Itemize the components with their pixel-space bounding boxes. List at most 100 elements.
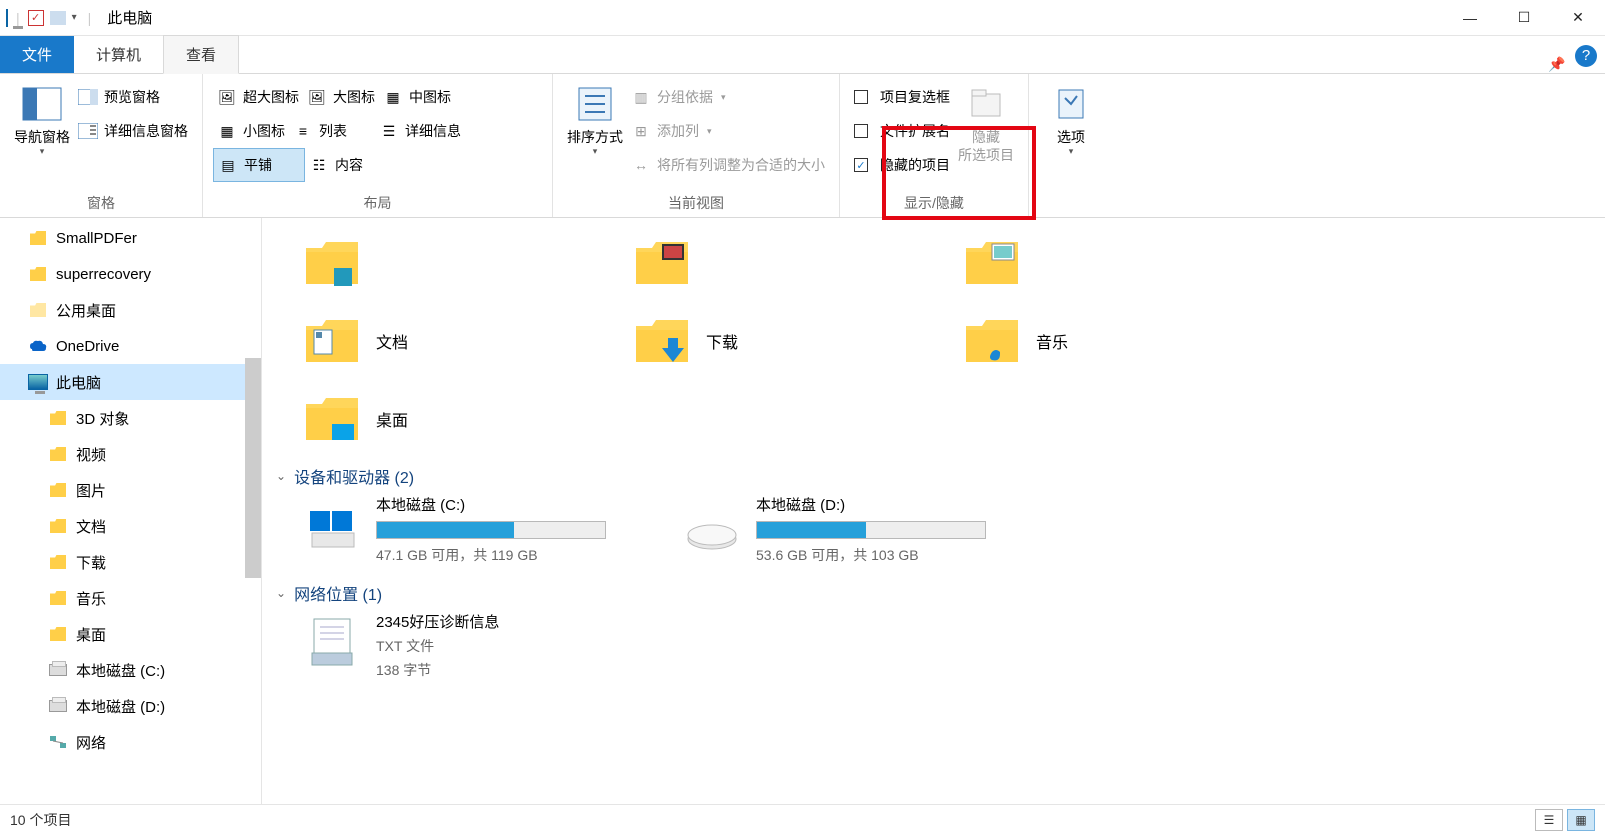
help-button[interactable]: ? [1575, 45, 1597, 67]
sidebar-item-icon [48, 588, 68, 608]
ribbon-group-current-view: 排序方式 ▾ ▥分组依据▾ ⊞添加列▾ ↔将所有列调整为合适的大小 当前视图 [553, 74, 840, 217]
drive-usage-bar [756, 521, 986, 539]
layout-content-button[interactable]: ☷内容 [305, 148, 367, 182]
folder-icon [632, 233, 692, 293]
sidebar-item[interactable]: SmallPDFer [0, 220, 261, 256]
drive-usage-bar [376, 521, 606, 539]
sidebar-item-label: 网络 [76, 732, 106, 753]
add-columns-button: ⊞添加列▾ [627, 114, 829, 148]
network-item[interactable]: 2345好压诊断信息 TXT 文件 138 字节 [262, 611, 1605, 680]
sidebar-item-icon [48, 660, 68, 680]
status-bar: 10 个项目 ☰ ▦ [0, 804, 1605, 834]
sidebar-item-label: 文档 [76, 516, 106, 537]
sidebar-item-icon [48, 696, 68, 716]
layout-list-button[interactable]: ≡列表 [289, 114, 375, 148]
folder-tile[interactable] [962, 226, 1292, 300]
sidebar-item-label: 音乐 [76, 588, 106, 609]
tab-computer[interactable]: 计算机 [74, 36, 163, 73]
hide-selected-button[interactable]: 隐藏 所选项目 [954, 80, 1018, 189]
group-by-button[interactable]: ▥分组依据▾ [627, 80, 829, 114]
preview-pane-button[interactable]: 预览窗格 [74, 80, 192, 114]
sidebar-item[interactable]: 桌面 [0, 616, 261, 652]
sidebar-item[interactable]: 图片 [0, 472, 261, 508]
network-item-name: 2345好压诊断信息 [376, 611, 499, 632]
folder-tile[interactable]: 下载 [632, 304, 962, 378]
status-view-tiles-button[interactable]: ▦ [1567, 809, 1595, 831]
sidebar-item-label: 图片 [76, 480, 106, 501]
sidebar-item[interactable]: 下载 [0, 544, 261, 580]
layout-tiles-button[interactable]: ▤平铺 [213, 148, 305, 182]
sidebar-item-label: 此电脑 [56, 372, 101, 393]
folder-label: 文档 [376, 329, 408, 353]
sidebar-item[interactable]: 本地磁盘 (C:) [0, 652, 261, 688]
folder-icon [302, 233, 362, 293]
drive-name: 本地磁盘 (C:) [376, 494, 632, 515]
layout-details-button[interactable]: ☰详细信息 [375, 114, 465, 148]
folder-tile[interactable] [302, 226, 632, 300]
section-devices-header[interactable]: ⌄ 设备和驱动器 (2) [262, 458, 1605, 494]
drive-item[interactable]: 本地磁盘 (C:) 47.1 GB 可用，共 119 GB [302, 494, 632, 565]
qat-dropdown-icon[interactable]: ▾ [72, 12, 80, 23]
navigation-pane-button[interactable]: 导航窗格 ▾ [10, 80, 74, 189]
layout-large-button[interactable]: 🖼大图标 [303, 80, 379, 114]
hidden-items-toggle[interactable]: 隐藏的项目 [850, 148, 954, 182]
sort-by-button[interactable]: 排序方式 ▾ [563, 80, 627, 189]
sidebar-item[interactable]: 公用桌面 [0, 292, 261, 328]
status-item-count: 10 个项目 [10, 810, 71, 830]
close-button[interactable]: ✕ [1551, 0, 1605, 36]
layout-extra-large-button[interactable]: 🖼超大图标 [213, 80, 303, 114]
sidebar-item-icon [48, 516, 68, 536]
item-checkboxes-toggle[interactable]: 项目复选框 [850, 80, 954, 114]
sidebar-item[interactable]: 音乐 [0, 580, 261, 616]
main-pane[interactable]: 文档 下载 音乐 桌面 ⌄ 设备和驱动器 (2) 本地磁盘 (C:) 47.1 GB … [262, 218, 1605, 804]
sidebar-item[interactable]: 本地磁盘 (D:) [0, 688, 261, 724]
maximize-button[interactable]: ☐ [1497, 0, 1551, 36]
sidebar-item[interactable]: OneDrive [0, 328, 261, 364]
ribbon-tabs: 文件 计算机 查看 📌 ? [0, 36, 1605, 74]
folder-tile[interactable]: 桌面 [302, 382, 632, 456]
sidebar-item[interactable]: 视频 [0, 436, 261, 472]
sidebar-item[interactable]: 此电脑 [0, 364, 261, 400]
layout-medium-button[interactable]: ▦中图标 [379, 80, 455, 114]
folder-tile[interactable] [632, 226, 962, 300]
drive-name: 本地磁盘 (D:) [756, 494, 1012, 515]
sidebar-item-icon [28, 336, 48, 356]
group-label-layout: 布局 [213, 189, 542, 215]
sidebar-item-label: 本地磁盘 (C:) [76, 660, 165, 681]
sidebar-item[interactable]: superrecovery [0, 256, 261, 292]
folder-label: 音乐 [1036, 329, 1068, 353]
sidebar-item-icon [28, 264, 48, 284]
sidebar-item[interactable]: 文档 [0, 508, 261, 544]
options-button[interactable]: 选项 ▾ [1039, 80, 1103, 193]
folder-label: 下载 [706, 329, 738, 353]
network-item-size: 138 字节 [376, 660, 499, 680]
navigation-sidebar[interactable]: SmallPDFersuperrecovery公用桌面 OneDrive 此电脑 3D… [0, 218, 262, 804]
sidebar-item-icon [28, 372, 48, 392]
file-extensions-toggle[interactable]: 文件扩展名 [850, 114, 954, 148]
sidebar-item[interactable]: 3D 对象 [0, 400, 261, 436]
folder-label: 桌面 [376, 407, 408, 431]
sidebar-item-label: OneDrive [56, 338, 119, 355]
qat-folder-icon[interactable] [50, 11, 66, 25]
status-view-details-button[interactable]: ☰ [1535, 809, 1563, 831]
sidebar-item-icon [48, 408, 68, 428]
tab-view[interactable]: 查看 [163, 35, 239, 74]
qat-checkbox-icon[interactable]: ✓ [28, 10, 44, 26]
folder-tile[interactable]: 文档 [302, 304, 632, 378]
ribbon-group-panes: 导航窗格 ▾ 预览窗格 详细信息窗格 窗格 [0, 74, 203, 217]
folder-icon [302, 389, 362, 449]
details-pane-button[interactable]: 详细信息窗格 [74, 114, 192, 148]
folder-tile[interactable]: 音乐 [962, 304, 1292, 378]
layout-small-button[interactable]: ▦小图标 [213, 114, 289, 148]
sidebar-item[interactable]: 网络 [0, 724, 261, 760]
drive-item[interactable]: 本地磁盘 (D:)53.6 GB 可用，共 103 GB [682, 494, 1012, 565]
pin-ribbon-icon[interactable]: 📌 [1543, 56, 1571, 73]
drive-free-text: 47.1 GB 可用，共 119 GB [376, 545, 632, 565]
minimize-button[interactable]: — [1443, 0, 1497, 36]
group-label-panes: 窗格 [10, 189, 192, 215]
ribbon-group-show-hide: 项目复选框 文件扩展名 隐藏的项目 隐藏 所选项目 显示/隐藏 [840, 74, 1029, 217]
folder-icon [302, 311, 362, 371]
section-network-header[interactable]: ⌄ 网络位置 (1) [262, 575, 1605, 611]
tab-file[interactable]: 文件 [0, 36, 74, 73]
sidebar-scrollbar-thumb[interactable] [245, 358, 261, 578]
